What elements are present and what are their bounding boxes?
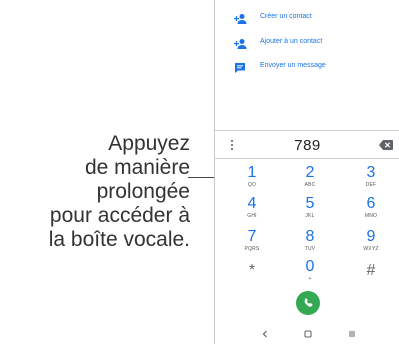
key-digit: #: [366, 262, 376, 279]
callout-line: prolongée: [96, 180, 190, 203]
send-message-label: Envoyer un message: [260, 62, 326, 69]
key-star[interactable]: *: [232, 262, 272, 292]
add-to-contact-label: Ajouter à un contact: [260, 38, 323, 45]
key-letters: DEF: [365, 182, 377, 188]
navigation-bar: [215, 324, 399, 344]
key-2[interactable]: 2 ABC: [290, 164, 330, 194]
add-person-icon: [234, 14, 247, 24]
callout-line: de manière: [84, 156, 190, 179]
key-digit: *: [248, 262, 256, 279]
callout-line: pour accéder à: [49, 204, 190, 227]
key-digit: 2: [305, 164, 315, 181]
backspace-icon[interactable]: [379, 140, 393, 150]
key-digit: 9: [366, 228, 376, 245]
number-divider: [215, 158, 399, 159]
key-digit: 0: [305, 258, 315, 275]
key-digit: 7: [247, 228, 257, 245]
key-5[interactable]: 5 JKL: [290, 195, 330, 225]
key-4[interactable]: 4 GHI: [232, 195, 272, 225]
key-letters: +: [308, 276, 312, 282]
add-person-icon: [234, 39, 247, 49]
voicemail-icon: QO: [247, 182, 257, 188]
key-1[interactable]: 1 QO: [232, 164, 272, 194]
key-digit: 3: [366, 164, 376, 181]
home-icon[interactable]: [302, 328, 314, 340]
number-display: 789: [215, 135, 399, 155]
key-8[interactable]: 8 TUV: [290, 228, 330, 258]
key-hash[interactable]: #: [351, 262, 391, 292]
key-3[interactable]: 3 DEF: [351, 164, 391, 194]
key-9[interactable]: 9 WXYZ: [351, 228, 391, 258]
create-contact-label: Créer un contact: [260, 13, 312, 20]
key-letters: GHI: [247, 213, 257, 219]
key-digit: 6: [366, 195, 376, 212]
key-6[interactable]: 6 MNO: [351, 195, 391, 225]
key-letters: MNO: [364, 213, 378, 219]
key-letters: JKL: [305, 213, 315, 219]
voicemail-callout: Appuyez de manière prolongée pour accéde…: [0, 132, 190, 252]
key-letters: PQRS: [244, 246, 260, 252]
dialed-number: 789: [294, 137, 321, 154]
menu-icon[interactable]: [346, 328, 358, 340]
back-icon[interactable]: [259, 328, 271, 340]
key-0[interactable]: 0 +: [290, 258, 330, 288]
message-icon: [235, 63, 245, 73]
key-7[interactable]: 7 PQRS: [232, 228, 272, 258]
key-letters: ABC: [304, 182, 316, 188]
key-digit: 5: [305, 195, 315, 212]
menu-divider: [215, 130, 399, 131]
callout-line: la boîte vocale.: [48, 228, 190, 251]
key-letters: TUV: [304, 246, 316, 252]
key-digit: 1: [247, 164, 257, 181]
phone-icon: [304, 298, 313, 307]
call-button[interactable]: [296, 291, 320, 315]
phone-screen: Créer un contact Ajouter à un contact En…: [214, 0, 399, 344]
key-digit: 8: [305, 228, 315, 245]
key-letters: WXYZ: [363, 246, 379, 252]
callout-line: Appuyez: [108, 132, 190, 155]
key-digit: 4: [247, 195, 257, 212]
